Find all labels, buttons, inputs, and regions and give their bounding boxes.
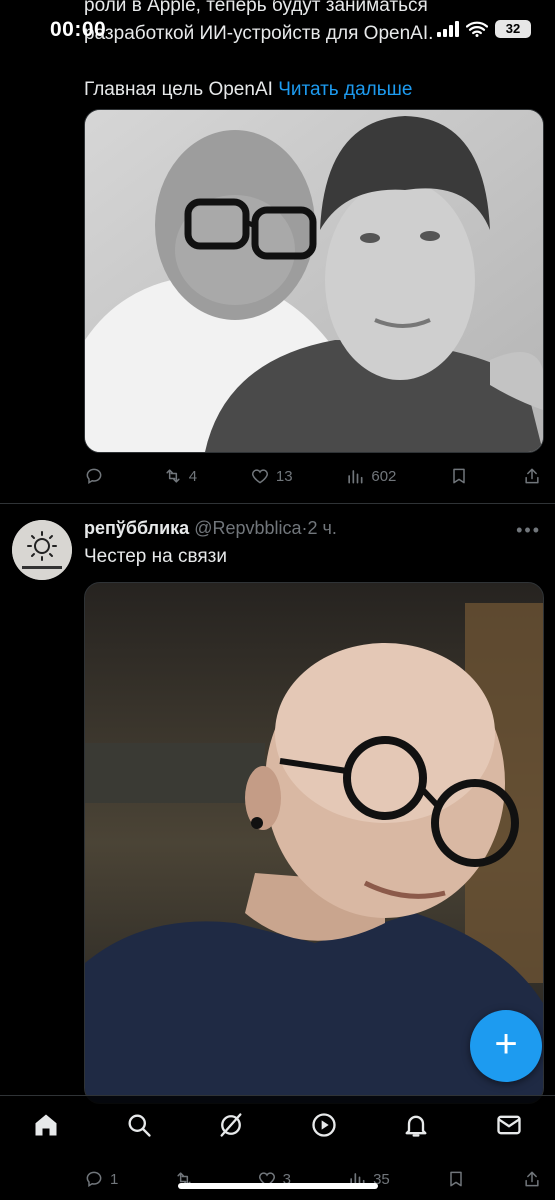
tweet-time[interactable]: 2 ч. (308, 518, 337, 538)
nav-grok[interactable] (211, 1105, 251, 1145)
more-options-icon[interactable]: ••• (516, 520, 541, 541)
heart-icon (251, 469, 268, 484)
share-button[interactable] (522, 466, 542, 486)
author-handle[interactable]: @Repvbblica (194, 518, 301, 538)
share-icon (525, 468, 539, 484)
plus-icon: + (494, 1022, 518, 1066)
retweet-icon (166, 469, 180, 483)
compose-button[interactable]: + (470, 1010, 542, 1082)
search-icon (128, 1114, 151, 1137)
status-time: 00:00 (50, 18, 107, 41)
tweet-header: репўбблика @Repvbblica·2 ч. (84, 518, 337, 539)
nav-search[interactable] (119, 1105, 159, 1145)
battery-indicator: 32 (495, 20, 531, 38)
tweet-divider (0, 503, 555, 504)
nav-messages[interactable] (489, 1105, 529, 1145)
bookmark-icon (453, 468, 465, 484)
signal-icon (437, 21, 459, 37)
retweet-button[interactable]: 4 (163, 466, 197, 486)
feed-screen: роли в Apple, теперь будут заниматься ра… (0, 0, 555, 1200)
reply-button[interactable]: 1 (84, 1169, 118, 1189)
tweet-photo-image (85, 110, 543, 452)
reply-icon (86, 1171, 102, 1188)
views-icon (348, 470, 363, 484)
bottom-nav (0, 1095, 555, 1154)
share-icon (525, 1171, 539, 1187)
bookmark-icon (450, 1171, 462, 1187)
retweet-count: 4 (188, 467, 198, 485)
tweet-actions: 4 13 602 (84, 463, 542, 489)
tweet-photo[interactable] (84, 109, 544, 453)
nav-home[interactable] (26, 1105, 66, 1145)
views-count: 602 (371, 467, 397, 485)
video-icon (312, 1113, 336, 1137)
tweet-text-line: Главная цель OpenAI Читать дальше (84, 76, 524, 104)
views-button[interactable]: 602 (345, 466, 396, 486)
nav-video[interactable] (304, 1105, 344, 1145)
bookmark-button[interactable] (446, 1169, 466, 1189)
reply-count: 1 (110, 1170, 119, 1188)
home-icon (35, 1114, 57, 1136)
read-more-link[interactable]: Читать дальше (278, 79, 412, 100)
status-icons: 32 (437, 20, 531, 38)
bookmark-button[interactable] (449, 466, 469, 486)
home-indicator[interactable] (178, 1183, 378, 1189)
messages-icon (497, 1115, 521, 1135)
grok-icon (220, 1113, 242, 1137)
nav-notifications[interactable] (396, 1105, 436, 1145)
wifi-icon (466, 21, 488, 37)
sun-icon (12, 520, 72, 580)
tweet-text-line-3: Главная цель OpenAI (84, 79, 273, 100)
tweet-text: Честер на связи (84, 546, 227, 567)
author-name[interactable]: репўбблика (84, 518, 189, 538)
like-count: 13 (275, 467, 293, 485)
tweet-photo-image (85, 583, 543, 1103)
like-button[interactable]: 13 (250, 466, 293, 486)
notifications-icon (405, 1115, 427, 1137)
avatar[interactable] (12, 520, 72, 580)
share-button[interactable] (522, 1169, 542, 1189)
reply-button[interactable] (84, 466, 110, 486)
status-bar: 00:00 32 (0, 0, 555, 62)
reply-icon (86, 468, 102, 485)
